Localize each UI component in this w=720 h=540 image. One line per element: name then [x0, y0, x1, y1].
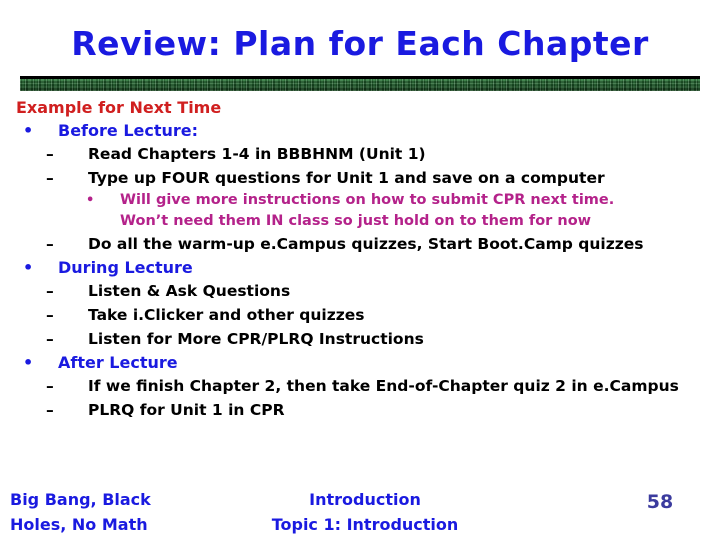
- footer-course-title-line2: Holes, No Math: [10, 515, 148, 534]
- list-item-label: During Lecture: [58, 258, 193, 277]
- list-item: – Listen for More CPR/PLRQ Instructions: [0, 327, 720, 351]
- bullet-dash-icon: –: [46, 282, 54, 300]
- bullet-dash-icon: –: [46, 377, 54, 395]
- list-item-label: Type up FOUR questions for Unit 1 and sa…: [88, 169, 605, 187]
- footer-course-title-line1: Big Bang, Black: [10, 490, 151, 509]
- footer-course-title: Big Bang, Black Holes, No Math: [10, 487, 151, 537]
- bullet-dash-icon: –: [46, 401, 54, 419]
- list-item-label: Take i.Clicker and other quizzes: [88, 306, 365, 324]
- list-item-label: If we finish Chapter 2, then take End-of…: [88, 377, 679, 395]
- list-item-label: Before Lecture:: [58, 121, 199, 140]
- list-item: – Do all the warm-up e.Campus quizzes, S…: [0, 232, 720, 256]
- list-item: • Before Lecture:: [0, 119, 720, 142]
- footer-topic: Introduction Topic 1: Introduction: [180, 487, 550, 537]
- bullet-dot-icon: •: [23, 353, 34, 372]
- list-item-label: Do all the warm-up e.Campus quizzes, Sta…: [88, 235, 644, 253]
- list-item: – If we finish Chapter 2, then take End-…: [0, 374, 720, 398]
- bullet-dot-icon: •: [86, 193, 95, 208]
- list-item: – Type up FOUR questions for Unit 1 and …: [0, 166, 720, 190]
- content-list: Example for Next Time • Before Lecture: …: [0, 97, 720, 422]
- list-item: – Read Chapters 1-4 in BBBHNM (Unit 1): [0, 142, 720, 166]
- title-divider-bar: [20, 76, 700, 91]
- footer-topic-line1: Introduction: [309, 490, 421, 509]
- bullet-dash-icon: –: [46, 145, 54, 163]
- list-item: • Will give more instructions on how to …: [0, 190, 720, 232]
- list-item-label: PLRQ for Unit 1 in CPR: [88, 401, 285, 419]
- list-item: • After Lecture: [0, 351, 720, 374]
- slide-page-number: 58: [646, 491, 674, 513]
- list-item-label: Listen for More CPR/PLRQ Instructions: [88, 330, 424, 348]
- list-item: – Listen & Ask Questions: [0, 279, 720, 303]
- list-item-label: Read Chapters 1-4 in BBBHNM (Unit 1): [88, 145, 426, 163]
- bullet-dash-icon: –: [46, 235, 54, 253]
- page-title: Review: Plan for Each Chapter: [71, 24, 649, 63]
- list-item-label-continued: Won’t need them IN class so just hold on…: [120, 213, 592, 229]
- list-item: – PLRQ for Unit 1 in CPR: [0, 398, 720, 422]
- slide-footer: Big Bang, Black Holes, No Math Introduct…: [0, 487, 720, 540]
- content-heading: Example for Next Time: [16, 98, 222, 117]
- list-item: • During Lecture: [0, 256, 720, 279]
- list-item-label: Will give more instructions on how to su…: [120, 192, 615, 208]
- bullet-dash-icon: –: [46, 169, 54, 187]
- bullet-dot-icon: •: [23, 258, 34, 277]
- list-item-label: After Lecture: [58, 353, 178, 372]
- bullet-dash-icon: –: [46, 306, 54, 324]
- bullet-dash-icon: –: [46, 330, 54, 348]
- divider-green-texture: [20, 79, 700, 91]
- bullet-dot-icon: •: [23, 121, 34, 140]
- footer-topic-line2: Topic 1: Introduction: [271, 515, 459, 534]
- list-item-label: Listen & Ask Questions: [88, 282, 291, 300]
- slide-canvas: Review: Plan for Each Chapter Example fo…: [0, 0, 720, 540]
- list-item: – Take i.Clicker and other quizzes: [0, 303, 720, 327]
